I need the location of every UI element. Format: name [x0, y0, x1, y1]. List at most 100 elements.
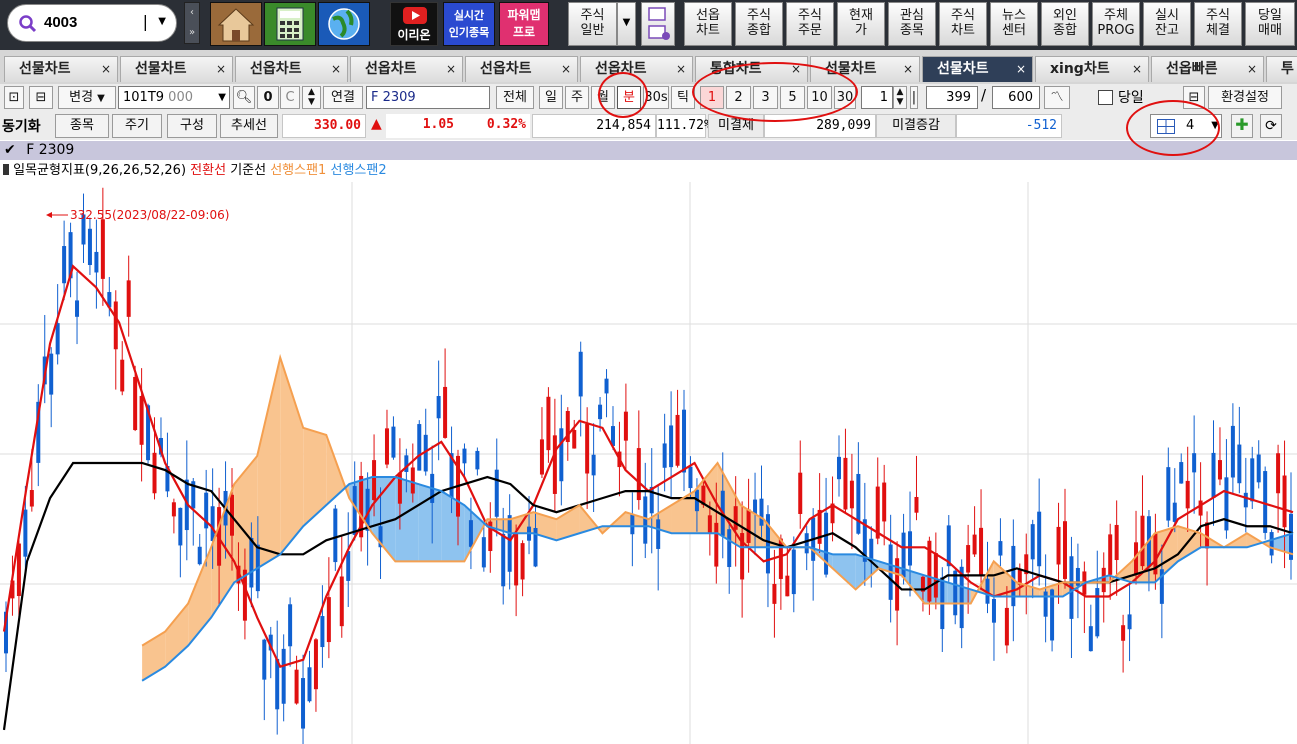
close-icon[interactable]: × [331, 57, 341, 81]
sync-period-button[interactable]: 주기 [112, 114, 162, 138]
candle-body [1185, 480, 1190, 509]
chevron-down-icon[interactable]: ▼ [617, 2, 636, 46]
btn-top: 주식 [798, 8, 822, 23]
candle-body [662, 443, 667, 468]
tab-item[interactable]: 선옵빠른 × [1151, 56, 1264, 82]
close-icon[interactable]: × [446, 57, 456, 81]
tab-item[interactable]: 선옵차트 × [465, 56, 578, 82]
candle-body [623, 411, 628, 441]
add-icon[interactable]: ✚ [1231, 114, 1253, 138]
window-add-button[interactable] [641, 2, 675, 46]
candle-body [100, 219, 105, 279]
copy-icon[interactable]: C [280, 86, 300, 109]
search-box[interactable]: 4003 | ▼ [7, 4, 177, 42]
candle-body [727, 529, 732, 568]
unit-input[interactable]: 1 [861, 86, 893, 109]
powermap-button[interactable]: 파워맵 프로 [499, 2, 549, 46]
code-input[interactable]: 101T9 000 ▼ [118, 86, 230, 109]
chart-select-icon[interactable]: ⊡ [4, 86, 24, 109]
home-button[interactable] [210, 2, 262, 46]
candle-body [1088, 626, 1093, 652]
toolbar-button-stock-order[interactable]: 주식 주문 [786, 2, 834, 46]
all-button[interactable]: 전체 [496, 86, 534, 109]
zero-icon[interactable]: 0 [257, 86, 279, 109]
btn-top: 관심 [900, 8, 924, 23]
chart-save-icon[interactable]: ⊟ [29, 86, 53, 109]
sync-item-button[interactable]: 종목 [55, 114, 109, 138]
chevron-down-icon[interactable]: ▼ [218, 87, 226, 108]
tab-item[interactable]: 선옵차트 × [350, 56, 463, 82]
auto-scroll-icon[interactable]: 〽 [1044, 86, 1070, 109]
close-icon[interactable]: × [1016, 57, 1026, 81]
spin-arrows-icon[interactable]: ▲ ▼ [302, 86, 321, 109]
trendline-button[interactable]: 추세선 [220, 114, 278, 138]
refresh-icon[interactable]: ⟳ [1260, 114, 1282, 138]
tab-item[interactable]: 선물차트 × [922, 56, 1033, 82]
candle-body [171, 502, 176, 517]
tab-item[interactable]: 투 [1266, 56, 1297, 82]
toolbar-button-program[interactable]: 주체 PROG [1092, 2, 1140, 46]
week-button[interactable]: 주 [565, 86, 589, 109]
globe-button[interactable] [318, 2, 370, 46]
change-label: 변경 [69, 90, 94, 105]
candle-body [991, 598, 996, 623]
toolbar-button-current-price[interactable]: 현재 가 [837, 2, 885, 46]
indicator-name[interactable]: 일목균형지표(9,26,26,52,26) [13, 163, 186, 178]
count-input[interactable]: 399 [926, 86, 978, 109]
max-price-annotation: 332.55(2023/08/22-09:06) [70, 208, 229, 222]
close-icon[interactable]: × [561, 57, 571, 81]
tab-item[interactable]: 선물차트 × [120, 56, 233, 82]
chart-title-bar: ✔ F 2309 [0, 141, 1297, 160]
link-button[interactable]: 연결 [323, 86, 363, 109]
toolbar-nav-arrows[interactable]: ‹» [184, 2, 200, 44]
candle-body [1230, 425, 1235, 478]
candle-body [669, 425, 674, 468]
realtime-popular-button[interactable]: 실시간 인기종목 [443, 2, 495, 46]
candle-body [1056, 526, 1061, 565]
close-icon[interactable]: × [216, 57, 226, 81]
toolbar-button-stock-summary[interactable]: 주식 종합 [735, 2, 783, 46]
toolbar-button-stock-execution[interactable]: 주식 체결 [1194, 2, 1242, 46]
close-icon[interactable]: × [1247, 57, 1257, 81]
ichimoku-chart[interactable]: 332.55(2023/08/22-09:06) [0, 182, 1297, 744]
close-icon[interactable]: × [903, 57, 913, 81]
change-select[interactable]: 변경 ▼ [58, 86, 116, 109]
close-icon[interactable]: × [101, 57, 111, 81]
candle-body [1043, 591, 1048, 617]
chevron-down-icon[interactable]: ▼ [158, 16, 166, 27]
candle-body [1211, 452, 1216, 498]
check-icon[interactable]: ✔ [4, 142, 16, 158]
toolbar-button-stock-general[interactable]: 주식 일반 [568, 2, 617, 46]
cloud-segment [257, 357, 281, 569]
tab-item[interactable]: xing차트 × [1035, 56, 1149, 82]
toolbar-button-stock-chart[interactable]: 주식 차트 [939, 2, 987, 46]
btn-top: 주식 [747, 8, 771, 23]
magnifier-icon[interactable]: 🔍︎ [233, 86, 255, 109]
tab-item[interactable]: 선물차트 × [4, 56, 118, 82]
search-input[interactable]: 4003 [44, 14, 77, 31]
toolbar-button-foreign-summary[interactable]: 외인 종합 [1041, 2, 1089, 46]
day-button[interactable]: 일 [539, 86, 563, 109]
tab-label: 선옵차트 [480, 61, 532, 77]
candle-body [636, 448, 641, 501]
close-icon[interactable]: × [1132, 57, 1142, 81]
toolbar-button-news-center[interactable]: 뉴스 센터 [990, 2, 1038, 46]
unit-spinner[interactable]: ▲ ▼ [893, 86, 907, 109]
candle-body [604, 378, 609, 394]
tab-item[interactable]: 선옵차트 × [235, 56, 348, 82]
total-input[interactable]: 600 [992, 86, 1040, 109]
youtube-button[interactable]: 이리온 [390, 2, 438, 46]
today-checkbox[interactable] [1098, 90, 1113, 105]
toolbar-button-watchlist[interactable]: 관심 종목 [888, 2, 936, 46]
toolbar-button-realtime-balance[interactable]: 실시 잔고 [1143, 2, 1191, 46]
settings-button[interactable]: 환경설정 [1208, 86, 1282, 109]
tab-label: xing차트 [1050, 61, 1110, 77]
toolbar-button-futures-chart[interactable]: 선옵 차트 [684, 2, 732, 46]
toolbar-button-today-trades[interactable]: 당일 매매 [1245, 2, 1295, 46]
instrument-field[interactable]: F 2309 [366, 86, 490, 109]
candle-body [1243, 492, 1248, 508]
calculator-button[interactable] [264, 2, 316, 46]
candle-body [1224, 477, 1229, 531]
close-icon[interactable]: × [676, 57, 686, 81]
config-button[interactable]: 구성 [167, 114, 217, 138]
